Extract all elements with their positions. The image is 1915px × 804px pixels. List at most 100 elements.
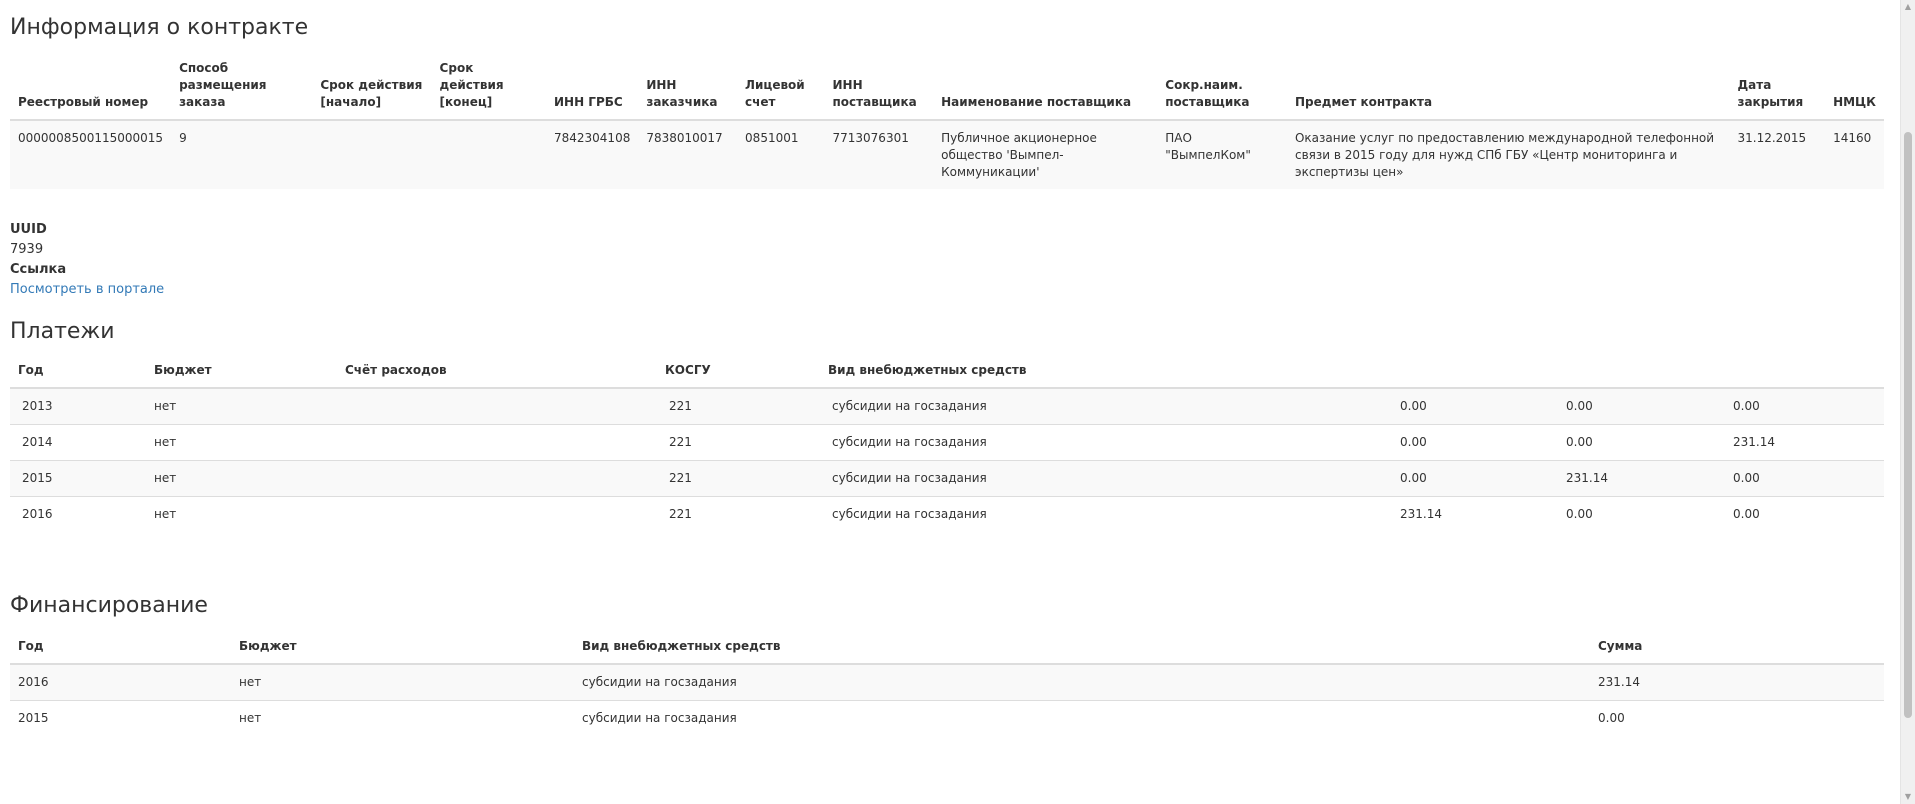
col-fund-type: Вид внебюджетных средств xyxy=(574,638,1590,665)
cell-fund-type: субсидии на госзадания xyxy=(574,663,1590,701)
portal-link[interactable]: Посмотреть в портале xyxy=(10,282,164,297)
cell-budget: нет xyxy=(146,460,337,497)
cell-amount-1: 0.00 xyxy=(1392,424,1558,461)
cell-supplier-short: ПАО "ВымпелКом" xyxy=(1157,120,1287,189)
cell-budget: нет xyxy=(146,387,337,425)
scroll-up-arrow-icon[interactable]: ▲ xyxy=(1901,0,1915,14)
cell-kosgu: 221 xyxy=(657,387,820,425)
cell-amount-2: 0.00 xyxy=(1558,424,1725,461)
contract-info-title: Информация о контракте xyxy=(10,15,309,40)
financing-title: Финансирование xyxy=(10,593,208,618)
table-row: 2016 нет 221 субсидии на госзадания 231.… xyxy=(10,496,1884,532)
cell-fund-type: субсидии на госзадания xyxy=(574,700,1590,736)
cell-amount-2: 231.14 xyxy=(1558,460,1725,497)
cell-amount-2: 0.00 xyxy=(1558,387,1725,425)
col-start: Срок действия [начало] xyxy=(312,60,432,121)
cell-start xyxy=(312,120,432,189)
col-method: Способ размещения заказа xyxy=(171,60,313,121)
col-fund-type: Вид внебюджетных средств xyxy=(820,362,1392,389)
vertical-scrollbar[interactable]: ▲ ▼ xyxy=(1900,0,1915,804)
cell-sum: 231.14 xyxy=(1590,663,1884,701)
cell-year: 2016 xyxy=(10,496,146,532)
cell-amount-1: 0.00 xyxy=(1392,387,1558,425)
cell-amount-3: 0.00 xyxy=(1725,496,1884,532)
cell-budget: нет xyxy=(146,424,337,461)
col-kosgu: КОСГУ xyxy=(657,362,820,389)
cell-reg-number: 0000008500115000015 xyxy=(10,120,172,189)
col-account: Лицевой счет xyxy=(737,60,825,121)
cell-amount-1: 0.00 xyxy=(1392,460,1558,497)
cell-method: 9 xyxy=(171,120,313,189)
col-inn-customer: ИНН заказчика xyxy=(638,60,738,121)
cell-fund-type: субсидии на госзадания xyxy=(820,387,1392,425)
col-end: Срок действия [конец] xyxy=(431,60,546,121)
cell-amount-3: 231.14 xyxy=(1725,424,1884,461)
cell-nmck: 14160 xyxy=(1825,120,1884,189)
col-expense-account: Счёт расходов xyxy=(337,362,657,389)
cell-subject: Оказание услуг по предоставлению междуна… xyxy=(1286,120,1730,189)
col-reg-number: Реестровый номер xyxy=(10,60,172,121)
cell-close-date: 31.12.2015 xyxy=(1729,120,1826,189)
cell-fund-type: субсидии на госзадания xyxy=(820,460,1392,497)
table-row: 2013 нет 221 субсидии на госзадания 0.00… xyxy=(10,387,1884,425)
cell-amount-1: 231.14 xyxy=(1392,496,1558,532)
col-budget: Бюджет xyxy=(231,638,574,665)
cell-kosgu: 221 xyxy=(657,460,820,497)
cell-sum: 0.00 xyxy=(1590,700,1884,736)
scroll-down-arrow-icon[interactable]: ▼ xyxy=(1901,790,1915,804)
cell-account xyxy=(337,460,657,497)
cell-inn-grbs: 7842304108 xyxy=(545,120,639,189)
col-sum: Сумма xyxy=(1590,638,1884,665)
cell-end xyxy=(431,120,546,189)
col-amount-3 xyxy=(1725,362,1884,389)
col-supplier-short: Сокр.наим. поставщика xyxy=(1157,60,1287,121)
cell-supplier-name: Публичное акционерное общество 'Вымпел-К… xyxy=(933,120,1158,189)
uuid-label: UUID xyxy=(10,222,47,237)
payments-title: Платежи xyxy=(10,319,115,344)
cell-kosgu: 221 xyxy=(657,496,820,532)
contract-table: Реестровый номер Способ размещения заказ… xyxy=(10,60,1884,189)
cell-year: 2015 xyxy=(10,460,146,497)
cell-fund-type: субсидии на госзадания xyxy=(820,424,1392,461)
scroll-thumb[interactable] xyxy=(1904,132,1912,718)
cell-amount-3: 0.00 xyxy=(1725,387,1884,425)
contract-header-row: Реестровый номер Способ размещения заказ… xyxy=(10,60,1884,121)
col-subject: Предмет контракта xyxy=(1286,60,1730,121)
financing-header-row: Год Бюджет Вид внебюджетных средств Сумм… xyxy=(10,638,1884,665)
cell-year: 2015 xyxy=(10,700,231,736)
cell-account xyxy=(337,387,657,425)
cell-budget: нет xyxy=(231,663,574,701)
link-label: Ссылка xyxy=(10,262,67,277)
col-close-date: Дата закрытия xyxy=(1729,60,1826,121)
cell-amount-2: 0.00 xyxy=(1558,496,1725,532)
cell-budget: нет xyxy=(231,700,574,736)
col-year: Год xyxy=(10,362,146,389)
cell-budget: нет xyxy=(146,496,337,532)
table-row: 2014 нет 221 субсидии на госзадания 0.00… xyxy=(10,424,1884,461)
col-amount-2 xyxy=(1558,362,1725,389)
table-row: 0000008500115000015 9 7842304108 7838010… xyxy=(10,120,1884,189)
table-row: 2016 нет субсидии на госзадания 231.14 xyxy=(10,663,1884,701)
cell-account: 0851001 xyxy=(737,120,825,189)
cell-year: 2014 xyxy=(10,424,146,461)
cell-year: 2013 xyxy=(10,387,146,425)
uuid-value: 7939 xyxy=(10,242,44,257)
payments-table: Год Бюджет Счёт расходов КОСГУ Вид внебю… xyxy=(10,362,1884,532)
cell-kosgu: 221 xyxy=(657,424,820,461)
cell-year: 2016 xyxy=(10,663,231,701)
col-nmck: НМЦК xyxy=(1825,60,1884,121)
cell-amount-3: 0.00 xyxy=(1725,460,1884,497)
financing-table: Год Бюджет Вид внебюджетных средств Сумм… xyxy=(10,638,1884,736)
col-supplier-name: Наименование поставщика xyxy=(933,60,1158,121)
col-inn-grbs: ИНН ГРБС xyxy=(545,60,639,121)
table-row: 2015 нет 221 субсидии на госзадания 0.00… xyxy=(10,460,1884,497)
cell-account xyxy=(337,496,657,532)
table-row: 2015 нет субсидии на госзадания 0.00 xyxy=(10,700,1884,736)
cell-fund-type: субсидии на госзадания xyxy=(820,496,1392,532)
col-year: Год xyxy=(10,638,231,665)
col-budget: Бюджет xyxy=(146,362,337,389)
col-inn-supplier: ИНН поставщика xyxy=(824,60,934,121)
cell-account xyxy=(337,424,657,461)
contract-meta: UUID 7939 Ссылка Посмотреть в портале xyxy=(10,220,164,300)
payments-header-row: Год Бюджет Счёт расходов КОСГУ Вид внебю… xyxy=(10,362,1884,389)
